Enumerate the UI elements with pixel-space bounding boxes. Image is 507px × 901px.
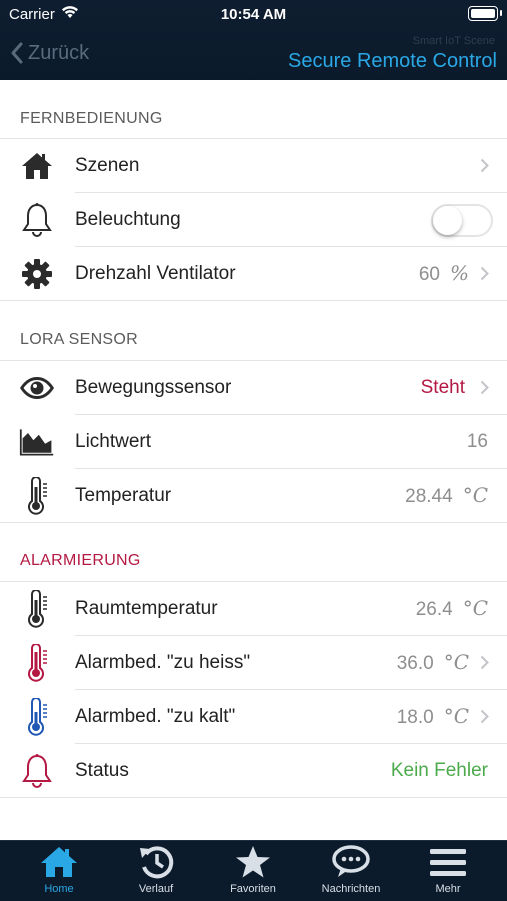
light-value-label: Lichtwert [75, 431, 152, 452]
alarm-too-cold-unit: °C [443, 704, 469, 728]
divider [0, 300, 507, 301]
list-item-alarm-too-hot[interactable]: Alarmbed. "zu heiss" 36.0 °C [0, 636, 507, 689]
list-item-room-temperature: Raumtemperatur 26.4 °C [0, 582, 507, 635]
thermometer-hot-icon [19, 636, 55, 689]
chevron-right-icon [480, 158, 489, 173]
thermometer-icon [19, 582, 55, 635]
section-header-lora: LORA SENSOR [20, 331, 139, 348]
tab-history-label: Verlauf [138, 883, 174, 895]
thermometer-icon [19, 469, 55, 522]
tab-more-label: Mehr [435, 883, 461, 895]
lighting-label: Beleuchtung [75, 209, 181, 230]
home-icon [19, 139, 55, 192]
alarm-too-cold-value: 18.0 °C [397, 690, 469, 744]
scenes-label: Szenen [75, 155, 140, 176]
gear-icon [19, 247, 55, 300]
room-temperature-number: 26.4 [415, 599, 453, 620]
chevron-right-icon [480, 655, 489, 670]
room-temperature-value: 26.4 °C [416, 582, 488, 636]
motion-sensor-value: Steht [420, 377, 465, 398]
alarm-too-cold-label: Alarmbed. "zu kalt" [75, 706, 236, 727]
back-label: Zurück [28, 41, 90, 64]
section-header-alarm: ALARMIERUNG [20, 552, 141, 569]
chevron-right-icon [480, 266, 489, 281]
list-item-fan-speed[interactable]: Drehzahl Ventilator 60% [0, 247, 507, 300]
toggle-knob [433, 206, 462, 235]
tab-messages-label: Nachrichten [321, 883, 381, 895]
tab-home-label: Home [44, 883, 74, 895]
list-item-temperature: Temperatur 28.44 °C [0, 469, 507, 522]
bell-icon [19, 193, 55, 246]
page-title: Secure Remote Control [288, 50, 497, 72]
list-item-status: Status Kein Fehler [0, 744, 507, 797]
chevron-right-icon [480, 709, 489, 724]
status-label: Status [75, 760, 129, 781]
alarm-too-hot-label: Alarmbed. "zu heiss" [75, 652, 251, 673]
chevron-right-icon [480, 380, 489, 395]
light-value: 16 [466, 431, 488, 452]
room-temperature-unit: °C [462, 596, 488, 620]
back-button[interactable]: Zurück [10, 40, 89, 66]
list-item-light-value: Lichtwert 16 [0, 415, 507, 468]
divider [0, 522, 507, 523]
temperature-label: Temperatur [75, 485, 172, 506]
tab-more[interactable]: Mehr [398, 841, 498, 901]
temperature-value: 28.44 °C [405, 469, 488, 523]
temperature-number: 28.44 [405, 486, 453, 507]
tab-history[interactable]: Verlauf [106, 841, 206, 901]
divider [0, 797, 507, 798]
alarm-too-hot-number: 36.0 [396, 653, 434, 674]
home-icon [39, 841, 79, 879]
tab-favorites[interactable]: Favoriten [203, 841, 303, 901]
status-value: Kein Fehler [390, 760, 488, 781]
tab-home[interactable]: Home [9, 841, 109, 901]
menu-icon [429, 841, 467, 879]
fan-speed-label: Drehzahl Ventilator [75, 263, 236, 284]
clock: 10:54 AM [220, 6, 287, 23]
navigation-header: Carrier 10:54 AM Zurück Smart IoT Scene … [0, 0, 507, 80]
battery-icon [468, 6, 502, 21]
fan-speed-unit: % [449, 261, 469, 285]
thermometer-cold-icon [19, 690, 55, 743]
bell-alarm-icon [19, 744, 55, 797]
lighting-toggle[interactable] [431, 204, 493, 237]
alarm-too-hot-unit: °C [443, 650, 469, 674]
list-item-lighting: Beleuchtung [0, 193, 507, 246]
settings-list: FERNBEDIENUNG Szenen Beleuchtung Drehzah… [0, 80, 507, 840]
fan-speed-number: 60 [418, 264, 440, 285]
room-temperature-label: Raumtemperatur [75, 598, 218, 619]
chevron-left-icon [11, 42, 23, 64]
fan-speed-value: 60% [419, 247, 469, 301]
area-chart-icon [19, 415, 55, 468]
alarm-too-cold-number: 18.0 [396, 707, 434, 728]
motion-sensor-label: Bewegungssensor [75, 377, 232, 398]
temperature-unit: °C [462, 483, 488, 507]
list-item-motion-sensor[interactable]: Bewegungssensor Steht [0, 361, 507, 414]
star-icon [234, 841, 272, 879]
nav-subtitle: Smart IoT Scene [412, 35, 495, 47]
status-bar: Carrier 10:54 AM [0, 0, 507, 30]
list-item-alarm-too-cold[interactable]: Alarmbed. "zu kalt" 18.0 °C [0, 690, 507, 743]
tab-bar: Home Verlauf Favoriten Nachrichten Mehr [0, 840, 507, 901]
eye-icon [19, 361, 55, 414]
tab-favorites-label: Favoriten [230, 883, 276, 895]
section-header-remote: FERNBEDIENUNG [20, 110, 163, 127]
tab-messages[interactable]: Nachrichten [301, 841, 401, 901]
list-item-scenes[interactable]: Szenen [0, 139, 507, 192]
alarm-too-hot-value: 36.0 °C [397, 636, 469, 690]
chat-bubble-icon [331, 841, 371, 879]
history-icon [138, 841, 174, 879]
